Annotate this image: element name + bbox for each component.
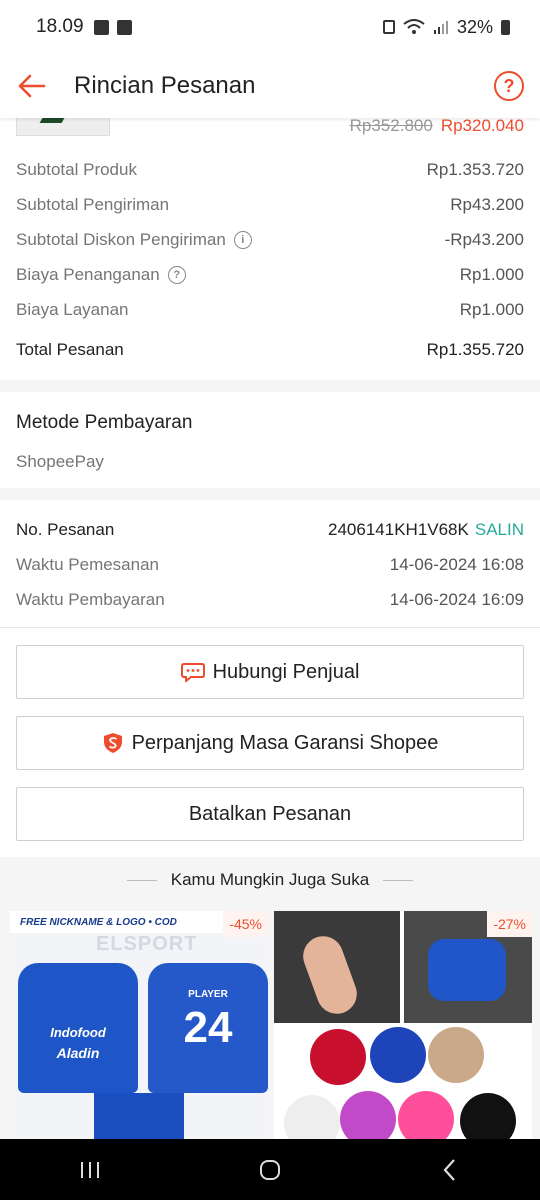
summary-value: Rp43.200 [450, 195, 524, 214]
summary-row-biaya-penanganan: Biaya Penanganan? Rp1.000 [16, 265, 524, 285]
divider [383, 879, 414, 881]
question-icon: ? [503, 75, 515, 96]
cancel-order-label: Batalkan Pesanan [188, 802, 352, 825]
divider [0, 627, 540, 628]
sponsor-text: Indofood [50, 1025, 106, 1040]
system-navigation-bar [0, 1139, 540, 1200]
recommendations-heading: Kamu Mungkin Juga Suka [0, 870, 540, 890]
product-image: FREE NICKNAME & LOGO • COD ELSPORT Indof… [10, 911, 268, 1139]
contact-seller-label: Hubungi Penjual [212, 660, 360, 683]
sponsor-text-2: Aladin [56, 1045, 100, 1061]
payment-method-value: ShopeePay [16, 452, 104, 471]
total-label: Total Pesanan [16, 340, 124, 359]
original-price: Rp352.800 [349, 118, 433, 135]
summary-value: Rp1.353.720 [426, 160, 524, 179]
discount-badge: -27% [487, 911, 532, 937]
back-nav-button[interactable] [430, 1150, 470, 1190]
extend-warranty-label: Perpanjang Masa Garansi Shopee [131, 731, 439, 754]
divider [126, 879, 157, 881]
tape-rolls-image [274, 1025, 532, 1139]
product-card[interactable]: FREE NICKNAME & LOGO • COD ELSPORT Indof… [10, 911, 268, 1139]
summary-label: Biaya Layanan [16, 300, 129, 319]
order-time-value: 14-06-2024 16:08 [389, 555, 524, 574]
player-number: 24 [183, 1003, 233, 1052]
total-value: Rp1.355.720 [426, 340, 524, 359]
watermark-text: ELSPORT [96, 933, 198, 955]
order-number-label: No. Pesanan [16, 520, 115, 539]
summary-row-subtotal-produk: Subtotal Produk Rp1.353.720 [16, 160, 524, 180]
product-thumbnail[interactable] [16, 118, 110, 136]
player-name: PLAYER [188, 989, 228, 1000]
home-icon [260, 1159, 280, 1180]
summary-value: Rp1.000 [459, 300, 524, 319]
discount-badge: -45% [223, 911, 268, 937]
recent-apps-button[interactable] [70, 1150, 110, 1190]
summary-label: Biaya Penanganan [16, 265, 160, 284]
status-time: 18.09 [36, 16, 84, 37]
payment-method-section: Metode Pembayaran ShopeePay [0, 392, 540, 488]
summary-value: Rp1.000 [459, 265, 524, 284]
jersey-back: PLAYER 24 [148, 963, 268, 1093]
product-image [274, 911, 400, 1023]
order-number-row: No. Pesanan 2406141KH1V68K SALIN [16, 520, 524, 540]
summary-row-total: Total Pesanan Rp1.355.720 [16, 340, 524, 360]
home-button[interactable] [250, 1150, 290, 1190]
back-button[interactable] [16, 70, 48, 102]
jersey-front: Indofood Aladin [18, 963, 138, 1093]
info-icon[interactable]: i [233, 231, 252, 249]
product-card[interactable]: -27% [274, 911, 532, 1139]
shield-icon [103, 733, 122, 753]
arrow-left-icon [18, 74, 46, 98]
order-number: 2406141KH1V68K [328, 520, 469, 539]
recommendations-title: Kamu Mungkin Juga Suka [170, 870, 370, 889]
payment-summary: Rp352.800 Rp320.040 Subtotal Produk Rp1.3… [0, 118, 540, 380]
page-title: Rincian Pesanan [74, 72, 256, 99]
app-header: Rincian Pesanan ? [0, 54, 540, 118]
battery-icon [501, 19, 510, 35]
order-time-label: Waktu Pemesanan [16, 555, 159, 574]
status-bar: 18.09 32% [0, 0, 540, 54]
jersey-shorts [94, 1093, 184, 1139]
payment-method-heading: Metode Pembayaran [16, 412, 193, 433]
wifi-icon [403, 19, 425, 34]
contact-seller-button[interactable]: Hubungi Penjual [16, 645, 524, 699]
product-price: Rp352.800 Rp320.040 [350, 118, 524, 136]
check-notification-icon [116, 19, 132, 35]
help-button[interactable]: ? [494, 71, 524, 101]
summary-row-diskon-pengiriman: Subtotal Diskon Pengiriman i -Rp43.200 [16, 230, 524, 250]
discounted-price: Rp320.040 [440, 118, 524, 135]
order-info-section: No. Pesanan 2406141KH1V68K SALIN Waktu Pe… [0, 500, 540, 857]
summary-row-subtotal-pengiriman: Subtotal Pengiriman Rp43.200 [16, 195, 524, 215]
question-icon[interactable]: ? [167, 266, 186, 284]
order-time-row: Waktu Pemesanan 14-06-2024 16:08 [16, 555, 524, 575]
summary-label: Subtotal Diskon Pengiriman [16, 230, 226, 249]
payment-time-label: Waktu Pembayaran [16, 590, 165, 609]
payment-time-value: 14-06-2024 16:09 [389, 590, 524, 609]
chevron-left-icon [443, 1158, 455, 1181]
payment-time-row: Waktu Pembayaran 14-06-2024 16:09 [16, 590, 524, 610]
battery-percent: 32% [456, 16, 493, 37]
signal-icon [433, 21, 448, 34]
summary-label: Subtotal Pengiriman [16, 195, 170, 214]
copy-order-number-button[interactable]: SALIN [475, 520, 524, 539]
summary-value: -Rp43.200 [444, 230, 524, 249]
chat-icon [180, 663, 205, 682]
summary-label: Subtotal Produk [16, 160, 137, 179]
summary-row-biaya-layanan: Biaya Layanan Rp1.000 [16, 300, 524, 320]
gallery-notification-icon [93, 19, 109, 35]
cancel-order-button[interactable]: Batalkan Pesanan [16, 787, 524, 841]
alarm-icon [382, 20, 395, 34]
extend-warranty-button[interactable]: Perpanjang Masa Garansi Shopee [16, 716, 524, 770]
recent-apps-icon [81, 1161, 99, 1178]
